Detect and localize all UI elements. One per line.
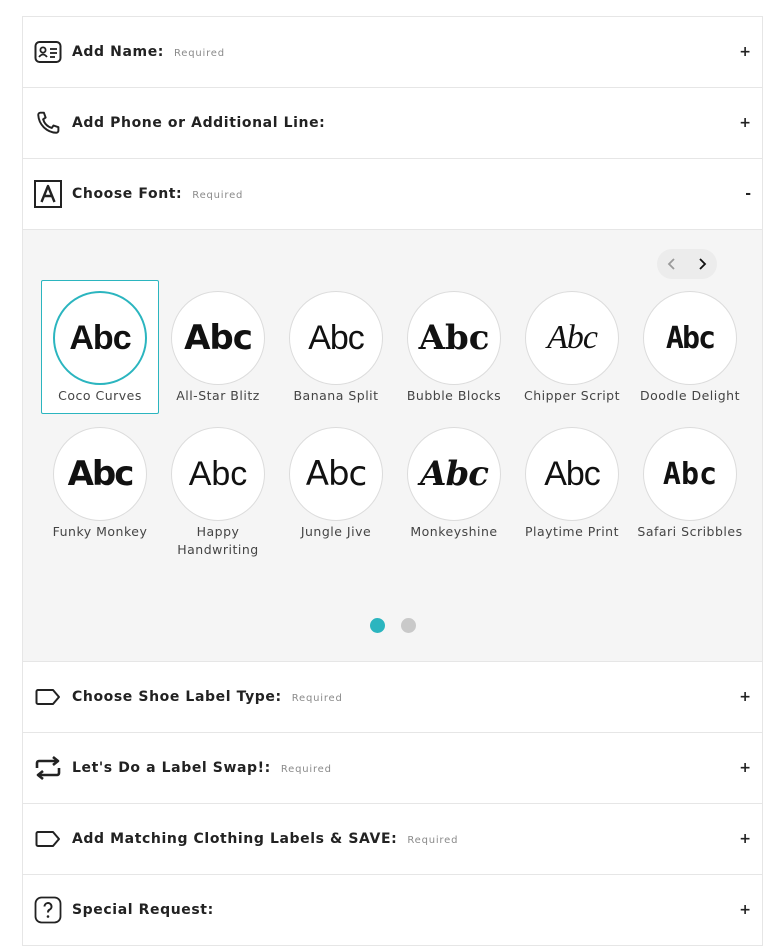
section-shoe-label-type[interactable]: Choose Shoe Label Type: Required + (23, 662, 762, 733)
swap-arrows-icon (34, 754, 62, 782)
section-title-text: Choose Shoe Label Type: (72, 689, 282, 705)
expand-icon[interactable]: + (739, 760, 751, 776)
section-title: Special Request: (72, 902, 214, 918)
font-name: All-Star Blitz (176, 388, 260, 403)
section-add-name[interactable]: Add Name: Required + (23, 17, 762, 88)
font-option-coco-curves[interactable]: Abc Coco Curves (41, 280, 159, 414)
phone-icon (34, 109, 62, 137)
section-title-text: Add Phone or Additional Line: (72, 115, 326, 131)
font-name: Safari Scribbles (637, 524, 743, 539)
expand-icon[interactable]: + (739, 902, 751, 918)
font-picker-panel: Abc Coco Curves Abc All-Star Blitz Abc B… (23, 230, 762, 662)
font-option-banana-split[interactable]: Abc Banana Split (277, 280, 395, 414)
section-add-phone[interactable]: Add Phone or Additional Line: + (23, 88, 762, 159)
font-name: Happy Handwriting (177, 524, 259, 557)
font-name: Monkeyshine (410, 524, 498, 539)
expand-icon[interactable]: + (739, 44, 751, 60)
font-option-funky-monkey[interactable]: Abc Funky Monkey (41, 416, 159, 550)
chevron-left-icon[interactable] (657, 249, 687, 279)
font-option-safari-scribbles[interactable]: Abc Safari Scribbles (631, 416, 749, 550)
font-option-bubble-blocks[interactable]: Abc Bubble Blocks (395, 280, 513, 414)
required-label: Required (280, 764, 332, 775)
font-option-jungle-jive[interactable]: Abc Jungle Jive (277, 416, 395, 550)
font-sample: Abc (407, 291, 501, 385)
section-clothing-labels[interactable]: Add Matching Clothing Labels & SAVE: Req… (23, 804, 762, 875)
font-name: Funky Monkey (52, 524, 148, 539)
section-title: Let's Do a Label Swap!: Required (72, 760, 332, 776)
expand-icon[interactable]: + (739, 115, 751, 131)
section-special-request[interactable]: Special Request: + (23, 875, 762, 946)
page-dot-2[interactable] (401, 618, 416, 633)
font-sample: Abc (53, 427, 147, 521)
section-title: Add Matching Clothing Labels & SAVE: Req… (72, 831, 458, 847)
font-name: Playtime Print (524, 524, 620, 539)
section-title: Add Phone or Additional Line: (72, 115, 325, 131)
font-sample: Abc (643, 427, 737, 521)
section-title: Add Name: Required (72, 44, 225, 60)
required-label: Required (407, 835, 459, 846)
question-icon (34, 896, 62, 924)
tag-icon (34, 825, 62, 853)
collapse-icon[interactable]: - (745, 186, 751, 202)
font-sample: Abc (525, 427, 619, 521)
font-name: Chipper Script (523, 388, 621, 403)
font-option-all-star-blitz[interactable]: Abc All-Star Blitz (159, 280, 277, 414)
expand-icon[interactable]: + (739, 831, 751, 847)
section-choose-font[interactable]: Choose Font: Required - (23, 159, 762, 230)
section-title-text: Choose Font: (72, 186, 183, 202)
font-sample: Abc (407, 427, 501, 521)
page-dot-1[interactable] (370, 618, 385, 633)
font-letter-icon (34, 180, 62, 208)
font-name: Doodle Delight (639, 388, 740, 403)
font-option-monkeyshine[interactable]: Abc Monkeyshine (395, 416, 513, 550)
font-name: Bubble Blocks (406, 388, 502, 403)
expand-icon[interactable]: + (739, 689, 751, 705)
required-label: Required (174, 48, 225, 59)
font-sample: Abc (171, 291, 265, 385)
font-sample: Abc (289, 427, 383, 521)
carousel-nav (657, 249, 717, 279)
font-sample: Abc (643, 291, 737, 385)
section-label-swap[interactable]: Let's Do a Label Swap!: Required + (23, 733, 762, 804)
carousel-pagination (370, 618, 416, 633)
font-option-happy-handwriting[interactable]: Abc Happy Handwriting (159, 416, 277, 557)
section-title: Choose Font: Required (72, 186, 243, 202)
section-title-text: Special Request: (72, 902, 214, 918)
section-title-text: Add Matching Clothing Labels & SAVE: (72, 831, 398, 847)
font-name: Banana Split (293, 388, 379, 403)
id-card-icon (34, 38, 62, 66)
font-sample: Abc (171, 427, 265, 521)
font-sample: Abc (525, 291, 619, 385)
required-label: Required (291, 693, 343, 704)
tag-icon (34, 683, 62, 711)
font-option-playtime-print[interactable]: Abc Playtime Print (513, 416, 631, 550)
section-title-text: Let's Do a Label Swap!: (72, 760, 271, 776)
required-label: Required (192, 190, 244, 201)
section-title-text: Add Name: (72, 44, 164, 60)
font-option-doodle-delight[interactable]: Abc Doodle Delight (631, 280, 749, 414)
font-name: Coco Curves (58, 388, 142, 403)
font-name: Jungle Jive (300, 524, 372, 539)
font-sample: Abc (53, 291, 147, 385)
font-sample: Abc (289, 291, 383, 385)
chevron-right-icon[interactable] (687, 249, 717, 279)
section-title: Choose Shoe Label Type: Required (72, 689, 343, 705)
font-option-chipper-script[interactable]: Abc Chipper Script (513, 280, 631, 414)
customization-accordion: Add Name: Required + Add Phone or Additi… (22, 16, 763, 946)
